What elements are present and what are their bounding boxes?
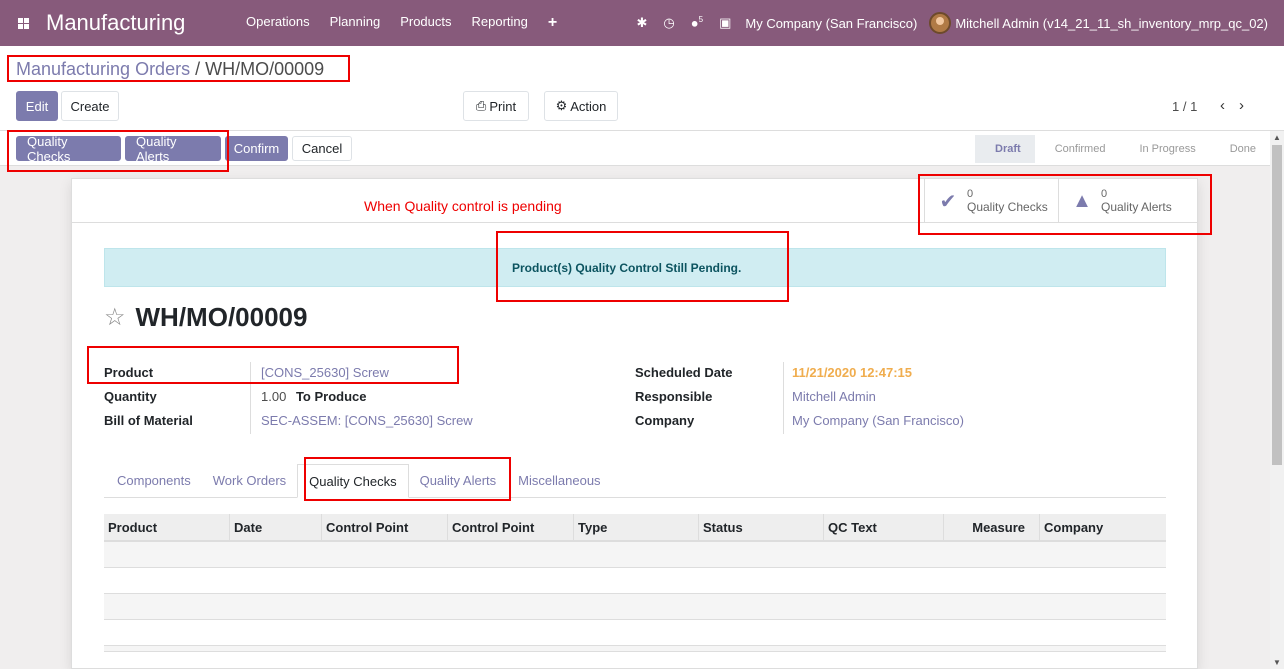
top-navbar: Manufacturing Operations Planning Produc… [0,0,1284,46]
quantity-suffix: To Produce [295,389,367,404]
print-button[interactable]: ⎙ Print [463,91,529,121]
company-label: Company [635,413,695,428]
menu-item-operations[interactable]: Operations [236,14,320,32]
quantity-label: Quantity [104,389,157,404]
pending-note: When Quality control is pending [364,198,562,214]
avatar [929,12,952,34]
quantity-value: 1.00 To Produce [261,389,366,404]
plus-icon[interactable]: + [538,14,567,32]
menu-item-reporting[interactable]: Reporting [462,14,538,32]
annotation-quality-tabs [304,457,511,501]
navbar-systray: ✱ ◷ ●5 ▣ My Company (San Francisco) Mitc… [629,0,1284,46]
table-row [104,646,1166,652]
clock-icon[interactable]: ◷ [655,15,682,31]
column-measure[interactable]: Measure [944,514,1040,542]
user-name: Mitchell Admin (v14_21_11_sh_inventory_m… [955,15,1268,31]
table-row [104,594,1166,620]
scroll-down-icon[interactable]: ▼ [1273,658,1281,667]
stage-in-progress[interactable]: In Progress [1119,135,1210,163]
main-menu: Operations Planning Products Reporting + [236,14,567,32]
title-row: ☆ WH/MO/00009 [104,302,307,333]
page-title: WH/MO/00009 [135,302,308,332]
menu-item-products[interactable]: Products [390,14,461,32]
create-button[interactable]: Create [61,91,119,121]
annotation-pending-alert [496,231,789,302]
column-date[interactable]: Date [230,514,322,542]
annotation-stat-buttons [918,174,1212,235]
quantity-number: 1.00 [261,389,287,404]
cancel-button[interactable]: Cancel [292,136,352,161]
quality-checks-table: Product Date Control Point Control Point… [104,514,1166,652]
column-company[interactable]: Company [1040,514,1166,542]
column-control-point-2[interactable]: Control Point [448,514,574,542]
status-stages: Draft Confirmed In Progress Done [975,135,1270,163]
tab-miscellaneous[interactable]: Miscellaneous [507,464,611,498]
stage-confirmed[interactable]: Confirmed [1034,135,1120,163]
column-control-point[interactable]: Control Point [322,514,448,542]
messages-count: 5 [698,15,704,25]
print-label: Print [489,98,517,114]
chat-icon[interactable]: ●5 [683,15,711,30]
pager-value[interactable]: 1 / 1 [1172,99,1197,114]
gift-icon[interactable]: ▣ [711,15,739,31]
app-title[interactable]: Manufacturing [46,10,226,36]
bom-value[interactable]: SEC-ASSEM: [CONS_25630] Screw [261,413,473,428]
company-switcher[interactable]: My Company (San Francisco) [739,16,929,31]
chevron-left-icon[interactable]: ‹ [1220,97,1239,114]
column-type[interactable]: Type [574,514,699,542]
table-header: Product Date Control Point Control Point… [104,514,1166,542]
table-row [104,542,1166,568]
star-icon[interactable]: ☆ [104,303,126,332]
column-qc-text[interactable]: QC Text [824,514,944,542]
action-button[interactable]: ⚙ Action [544,91,618,121]
company-value[interactable]: My Company (San Francisco) [792,413,964,428]
column-product[interactable]: Product [104,514,230,542]
edit-button[interactable]: Edit [16,91,58,121]
gear-icon: ⚙ [555,98,568,113]
tab-components[interactable]: Components [104,464,202,498]
confirm-button[interactable]: Confirm [225,136,288,161]
stage-done[interactable]: Done [1209,135,1270,163]
user-menu[interactable]: Mitchell Admin (v14_21_11_sh_inventory_m… [929,12,1284,34]
apps-menu-icon[interactable] [0,0,46,46]
scheduled-date-value[interactable]: 11/21/2020 12:47:15 [792,365,912,380]
right-field-divider [783,362,784,434]
chevron-right-icon[interactable]: › [1239,97,1258,114]
table-row [104,620,1166,646]
scheduled-date-label: Scheduled Date [635,365,733,380]
print-icon: ⎙ [475,98,487,113]
annotation-product-field [87,346,459,384]
pager-arrows: ‹› [1220,97,1258,114]
action-label: Action [570,98,607,114]
bom-label: Bill of Material [104,413,193,428]
annotation-breadcrumb [7,55,350,82]
menu-item-planning[interactable]: Planning [320,14,391,32]
notebook-tabs: Components Work Orders Quality Checks Qu… [104,464,1166,498]
scrollbar-thumb[interactable] [1272,145,1282,465]
bug-icon[interactable]: ✱ [629,15,656,31]
stage-draft: Draft [975,135,1035,163]
tab-work-orders[interactable]: Work Orders [202,464,297,498]
column-status[interactable]: Status [699,514,824,542]
annotation-quality-buttons [7,130,229,172]
scroll-up-icon[interactable]: ▲ [1273,133,1281,142]
page-scrollbar[interactable]: ▲ ▼ [1270,131,1284,669]
table-row [104,568,1166,594]
responsible-label: Responsible [635,389,713,404]
responsible-value[interactable]: Mitchell Admin [792,389,876,404]
